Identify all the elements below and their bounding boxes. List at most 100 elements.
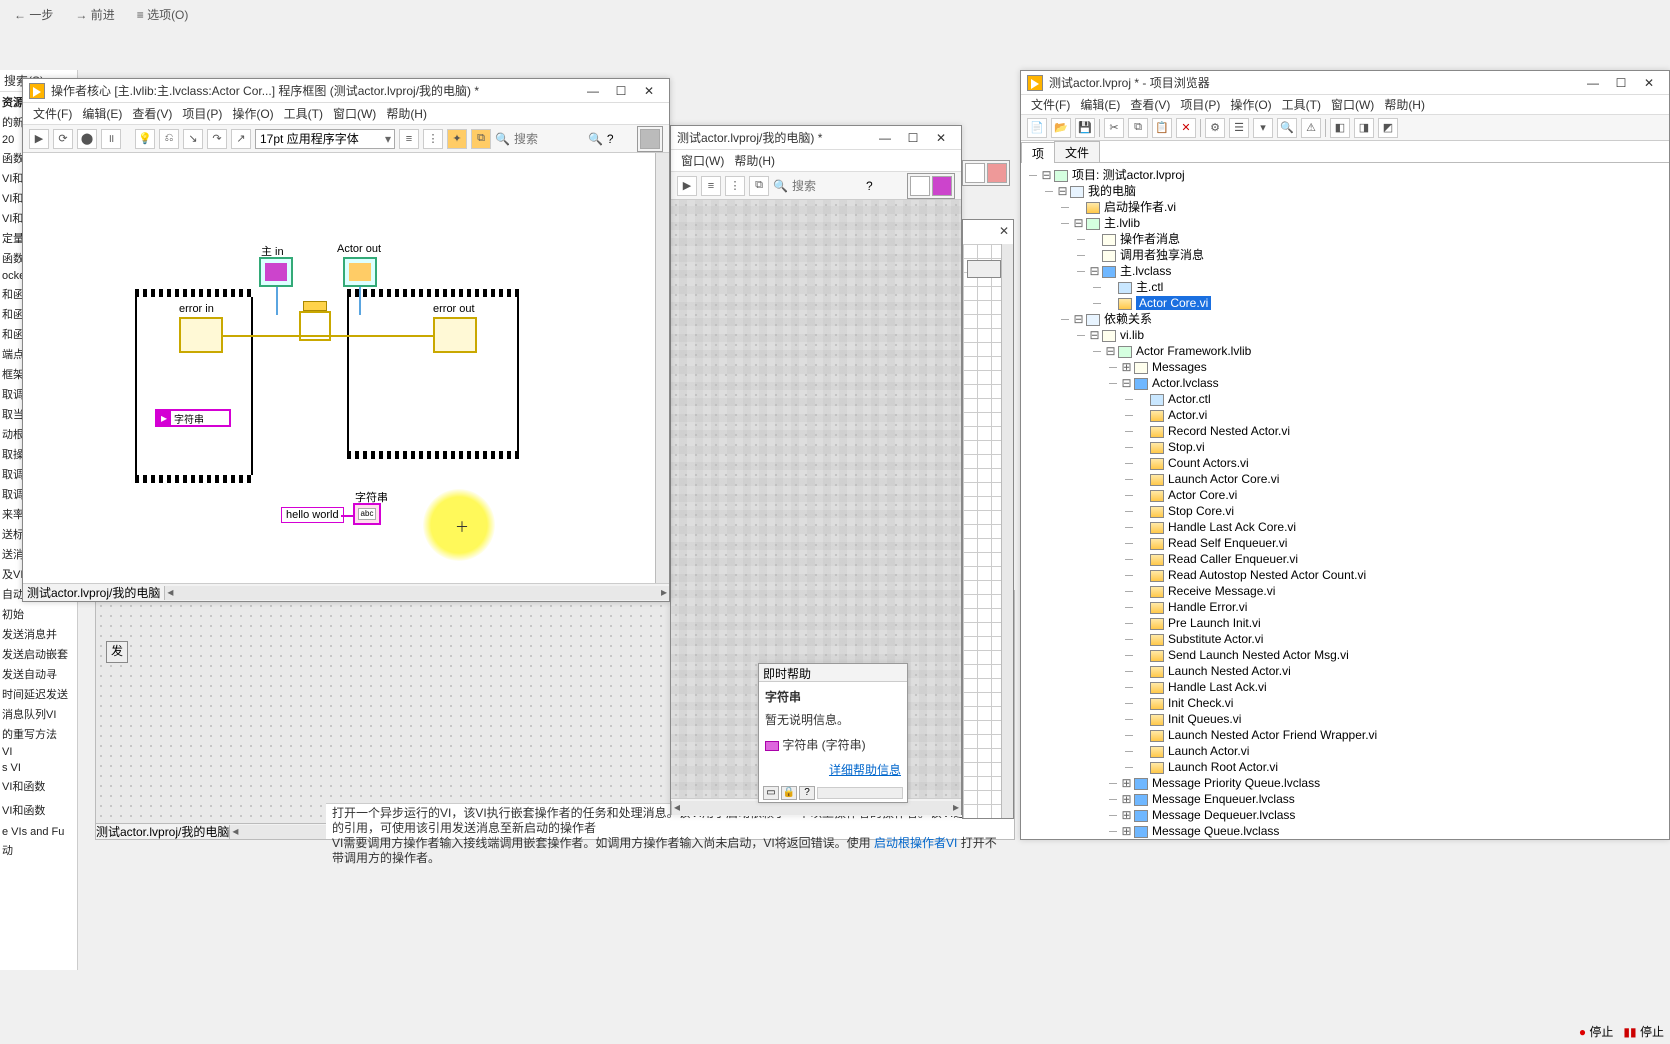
nav-back-button[interactable]: ← 一步: [8, 4, 59, 25]
tree-item[interactable]: Read Autostop Nested Actor Count.vi: [1137, 567, 1665, 583]
proj-cut-button[interactable]: ✂: [1104, 118, 1124, 138]
tree-actor-class[interactable]: ⊟Actor.lvclass Actor.ctlActor.viRecord N…: [1121, 375, 1665, 775]
help-simple-button[interactable]: ▭: [763, 786, 779, 800]
proj-warn-button[interactable]: ⚠: [1301, 118, 1321, 138]
left-item[interactable]: 发送启动嵌套: [0, 644, 77, 664]
conpane-peek2[interactable]: [987, 163, 1007, 183]
tree-af[interactable]: ⊟Actor Framework.lvlib ⊞Messages ⊟Actor.…: [1105, 343, 1665, 839]
highlight-button[interactable]: 💡: [135, 129, 155, 149]
tree-item[interactable]: Pre Launch Init.vi: [1137, 615, 1665, 631]
bd2-menu-window[interactable]: 窗口(W): [681, 152, 724, 169]
help-lock-button[interactable]: 🔒: [781, 786, 797, 800]
bd2-align-button[interactable]: ≡: [701, 176, 721, 196]
bd2-close-button[interactable]: ✕: [927, 128, 955, 148]
proj-resolve-button[interactable]: ⚙: [1205, 118, 1225, 138]
help-titlebar[interactable]: 即时帮助: [759, 664, 907, 682]
bd-titlebar[interactable]: 操作者核心 [主.lvlib:主.lvclass:Actor Cor...] 程…: [23, 79, 669, 103]
help-hscroll[interactable]: [817, 787, 903, 799]
proj-copy-button[interactable]: ⧉: [1128, 118, 1148, 138]
tree-item[interactable]: Send Launch Nested Actor Msg.vi: [1137, 647, 1665, 663]
proj-menu-item[interactable]: 帮助(H): [1384, 96, 1425, 113]
tab-items[interactable]: 项: [1021, 142, 1055, 163]
proj-paste-button[interactable]: 📋: [1152, 118, 1172, 138]
bd2-run-button[interactable]: ▶: [677, 176, 697, 196]
proj-menu-item[interactable]: 文件(F): [1031, 96, 1070, 113]
proj-t1-button[interactable]: ◧: [1330, 118, 1350, 138]
tree-item[interactable]: Init Check.vi: [1137, 695, 1665, 711]
bd-menu-item[interactable]: 操作(O): [232, 105, 273, 122]
help-q-button[interactable]: ?: [799, 786, 815, 800]
proj-new-button[interactable]: 📄: [1027, 118, 1047, 138]
proj-max-button[interactable]: ☐: [1607, 73, 1635, 93]
tree-item[interactable]: Receive Message.vi: [1137, 583, 1665, 599]
tree-item[interactable]: 主.ctl: [1105, 279, 1665, 295]
fp-close-button[interactable]: ✕: [999, 224, 1009, 238]
bd-min-button[interactable]: —: [579, 81, 607, 101]
conpane-peek1[interactable]: [965, 163, 985, 183]
left-item[interactable]: 时间延迟发送: [0, 684, 77, 704]
left-item[interactable]: 初始: [0, 604, 77, 624]
tree-item-selected[interactable]: Actor Core.vi: [1105, 295, 1665, 311]
tree-item[interactable]: Substitute Actor.vi: [1137, 631, 1665, 647]
proj-open-button[interactable]: 📂: [1051, 118, 1071, 138]
proj-t3-button[interactable]: ◩: [1378, 118, 1398, 138]
left-item[interactable]: VI: [0, 744, 77, 760]
proj-menu-item[interactable]: 项目(P): [1180, 96, 1220, 113]
bd-hscroll[interactable]: [164, 586, 669, 600]
tree-item[interactable]: Count Actors.vi: [1137, 455, 1665, 471]
left-item[interactable]: 发送自动寻: [0, 664, 77, 684]
tree-item[interactable]: 启动操作者.vi: [1073, 199, 1665, 215]
fp-button[interactable]: 发: [106, 641, 128, 663]
tree-item[interactable]: Read Self Enqueuer.vi: [1137, 535, 1665, 551]
fp-control[interactable]: [967, 260, 1001, 278]
abort-button[interactable]: ⬤: [77, 129, 97, 149]
distribute-button[interactable]: ⋮: [423, 129, 443, 149]
proj-find-button[interactable]: 🔍: [1277, 118, 1297, 138]
font-dropdown[interactable]: 17pt 应用程序字体: [255, 129, 395, 149]
bd-max-button[interactable]: ☐: [607, 81, 635, 101]
step-out-button[interactable]: ↗: [231, 129, 251, 149]
align-button[interactable]: ≡: [399, 129, 419, 149]
bd-menu-item[interactable]: 项目(P): [182, 105, 222, 122]
bd-menu-item[interactable]: 编辑(E): [82, 105, 122, 122]
project-tree[interactable]: ⊟项目: 测试actor.lvproj ⊟我的电脑 启动操作者.vi ⊟主.lv…: [1021, 163, 1669, 839]
proj-filter-button[interactable]: ▾: [1253, 118, 1273, 138]
proj-delete-button[interactable]: ✕: [1176, 118, 1196, 138]
error-in-cluster[interactable]: [179, 317, 223, 353]
nav-forward-button[interactable]: → 前进: [69, 4, 120, 25]
tree-item[interactable]: Actor Core.vi: [1137, 487, 1665, 503]
left-item[interactable]: 动: [0, 840, 77, 860]
bd2-search-input[interactable]: [792, 179, 862, 193]
bd-search-input[interactable]: [514, 132, 584, 146]
tree-item[interactable]: 操作者消息: [1089, 231, 1665, 247]
pause-button[interactable]: ॥: [101, 129, 121, 149]
left-item[interactable]: 发送消息并: [0, 624, 77, 644]
help-icon[interactable]: ?: [866, 179, 873, 193]
desc-link[interactable]: 启动根操作者VI: [874, 836, 957, 850]
tree-item[interactable]: ⊞Message Enqueuer.lvclass: [1121, 791, 1665, 807]
tree-item[interactable]: Stop Core.vi: [1137, 503, 1665, 519]
bd2-max-button[interactable]: ☐: [899, 128, 927, 148]
tree-item[interactable]: Read Caller Enqueuer.vi: [1137, 551, 1665, 567]
proj-save-button[interactable]: 💾: [1075, 118, 1095, 138]
bd2-min-button[interactable]: —: [871, 128, 899, 148]
bd2-reorder-button[interactable]: ⧉: [749, 176, 769, 196]
tree-class[interactable]: ⊟主.lvclass 主.ctl Actor Core.vi: [1089, 263, 1665, 311]
tree-item[interactable]: ⊞Message Queue.lvclass: [1121, 823, 1665, 839]
proj-props-button[interactable]: ☰: [1229, 118, 1249, 138]
step-into-button[interactable]: ↘: [183, 129, 203, 149]
run-cont-button[interactable]: ⟳: [53, 129, 73, 149]
left-item[interactable]: VI和函数: [0, 776, 77, 796]
tree-item[interactable]: Handle Last Ack.vi: [1137, 679, 1665, 695]
string-indicator[interactable]: abc: [353, 503, 381, 525]
tree-deps[interactable]: ⊟依赖关系 ⊟vi.lib ⊟Actor Framework.lvlib ⊞Me…: [1073, 311, 1665, 839]
proj-menu-item[interactable]: 查看(V): [1130, 96, 1170, 113]
proj-close-button[interactable]: ✕: [1635, 73, 1663, 93]
tree-item[interactable]: Launch Root Actor.vi: [1137, 759, 1665, 775]
reorder-button[interactable]: ⧉: [471, 129, 491, 149]
context-help-icon[interactable]: ?: [607, 132, 614, 146]
tree-vilib[interactable]: ⊟vi.lib ⊟Actor Framework.lvlib ⊞Messages…: [1089, 327, 1665, 839]
tree-item[interactable]: Launch Actor.vi: [1137, 743, 1665, 759]
proj-t2-button[interactable]: ◨: [1354, 118, 1374, 138]
proj-menu-item[interactable]: 编辑(E): [1080, 96, 1120, 113]
